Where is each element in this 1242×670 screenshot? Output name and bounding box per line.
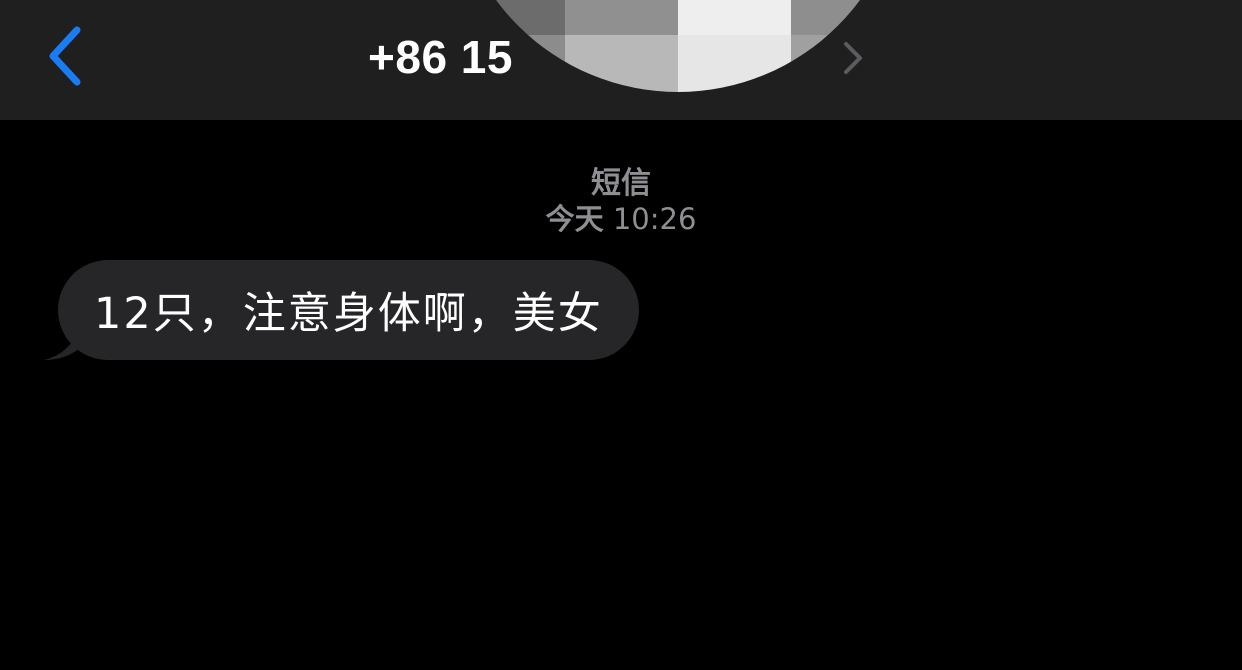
timestamp-day: 今天 <box>545 202 604 236</box>
chevron-left-icon <box>49 26 81 86</box>
back-button[interactable] <box>30 18 100 94</box>
navigation-bar: +86 15 9 <box>0 0 1242 120</box>
pixelated-avatar-redaction <box>452 0 904 92</box>
incoming-message-bubble[interactable]: 12只，注意身体啊，美女 <box>58 260 639 360</box>
message-timestamp: 今天 10:26 <box>0 196 1242 238</box>
messages-screen: +86 15 9 短信 <box>0 0 1242 670</box>
message-text: 12只，注意身体啊，美女 <box>94 289 603 339</box>
timestamp-time: 10:26 <box>612 202 697 236</box>
